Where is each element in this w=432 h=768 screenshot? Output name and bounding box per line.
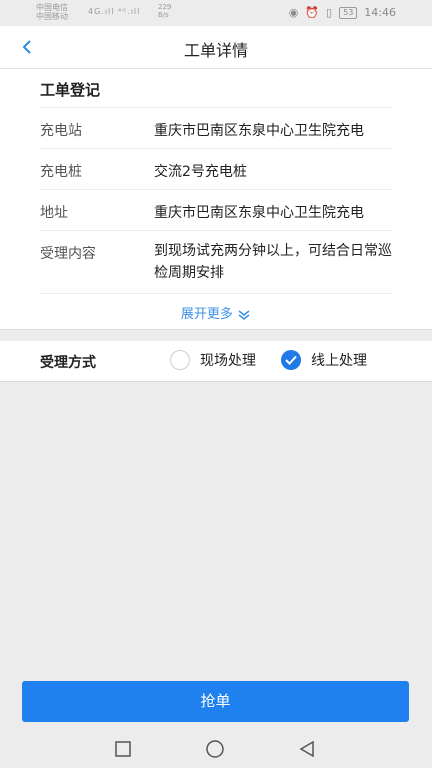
row-pile: 充电桩 交流2号充电桩 (40, 148, 392, 189)
net-speed: 229 B/s (158, 3, 172, 19)
radio-label: 线上处理 (311, 353, 367, 369)
radio-label: 现场处理 (200, 353, 256, 369)
section-title: 工单登记 (40, 81, 101, 99)
alarm-icon: ⏰ (305, 6, 320, 19)
row-label: 受理内容 (40, 246, 96, 262)
row-label: 充电站 (40, 123, 82, 139)
recent-apps-icon[interactable] (112, 738, 134, 760)
eye-icon: ◉ (288, 6, 299, 19)
vibrate-icon: ▯ (326, 6, 333, 19)
back-nav-icon[interactable] (296, 738, 318, 760)
expand-label: 展开更多 (180, 307, 233, 322)
title-bar: 工单详情 (0, 26, 432, 69)
method-label: 受理方式 (40, 355, 96, 371)
work-order-card: 工单登记 充电站 重庆市巴南区东泉中心卫生院充电 充电桩 交流2号充电桩 地址 … (0, 69, 432, 329)
grab-order-button[interactable]: 抢单 (22, 681, 409, 722)
clock: 14:46 (364, 6, 396, 19)
carrier-1: 中国电信 (36, 3, 68, 12)
system-nav-bar (0, 728, 432, 768)
radio-online[interactable]: 线上处理 (281, 350, 367, 370)
radio-checked-icon (281, 350, 301, 370)
row-address: 地址 重庆市巴南区东泉中心卫生院充电 (40, 189, 392, 230)
row-station: 充电站 重庆市巴南区东泉中心卫生院充电 (40, 107, 392, 148)
row-value: 重庆市巴南区东泉中心卫生院充电 (154, 123, 364, 139)
double-chevron-down-icon (237, 307, 251, 322)
page-title: 工单详情 (183, 41, 248, 60)
radio-unchecked-icon (170, 350, 190, 370)
row-label: 地址 (40, 205, 68, 221)
row-value: 交流2号充电桩 (154, 164, 247, 180)
carrier-2: 中国移动 (36, 12, 68, 21)
home-icon[interactable] (204, 738, 226, 760)
signal-icon: 4G.ıll ⁴ᴳ.ıll (88, 7, 141, 16)
row-label: 充电桩 (40, 164, 82, 180)
row-value: 重庆市巴南区东泉中心卫生院充电 (154, 205, 364, 221)
status-right: ◉ ⏰ ▯ 53 14:46 (289, 6, 396, 19)
battery-icon: 53 (339, 6, 358, 19)
row-content: 受理内容 到现场试充两分钟以上，可结合日常巡检周期安排 (40, 230, 392, 294)
status-bar: 中国电信 中国移动 4G.ıll ⁴ᴳ.ıll 229 B/s ◉ ⏰ ▯ 53 … (0, 0, 432, 26)
radio-onsite[interactable]: 现场处理 (170, 350, 256, 370)
status-left: 中国电信 中国移动 4G.ıll ⁴ᴳ.ıll 229 B/s (36, 3, 171, 21)
method-row: 受理方式 现场处理 线上处理 (0, 341, 432, 382)
row-value: 到现场试充两分钟以上，可结合日常巡检周期安排 (154, 243, 392, 281)
expand-more-link[interactable]: 展开更多 (0, 303, 432, 322)
section-divider (0, 329, 432, 341)
